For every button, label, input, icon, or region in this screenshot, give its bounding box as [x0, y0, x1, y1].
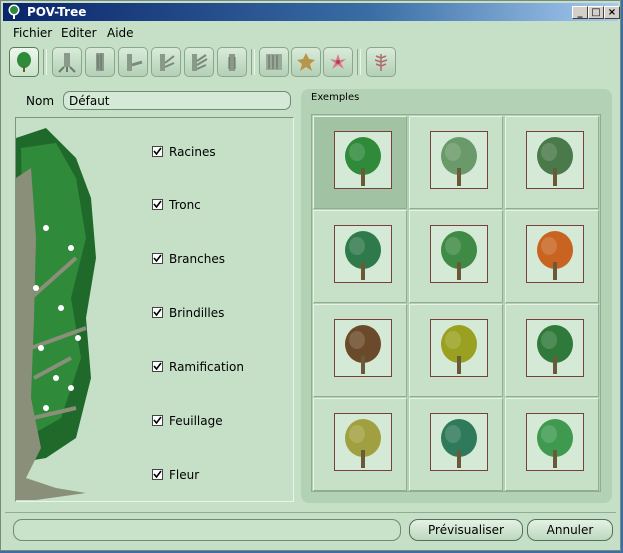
trunk-icon	[96, 53, 104, 71]
example-tree-7-thumbnail	[334, 319, 392, 377]
menu-aide[interactable]: Aide	[107, 26, 134, 40]
fleur-checkbox[interactable]	[152, 469, 163, 480]
tronc-checkbox[interactable]	[152, 199, 163, 210]
ramification-tool-button[interactable]	[184, 47, 214, 77]
roots-tool-button[interactable]	[52, 47, 82, 77]
branches-checkbox[interactable]	[152, 253, 163, 264]
cancel-button[interactable]: Annuler	[527, 519, 613, 541]
menu-bar: Fichier Editer Aide	[3, 23, 618, 43]
branches-tool-button[interactable]	[118, 47, 148, 77]
example-cell[interactable]	[313, 304, 407, 397]
leaves-tool-button[interactable]	[217, 47, 247, 77]
example-tree-10-thumbnail	[334, 413, 392, 471]
feuillage-checkbox[interactable]	[152, 415, 163, 426]
example-tree-1-thumbnail	[334, 131, 392, 189]
tree-preview-image	[16, 128, 96, 500]
minimize-button[interactable]: _	[572, 6, 588, 19]
close-button[interactable]: ×	[604, 6, 620, 19]
example-tree-3-thumbnail	[526, 131, 584, 189]
racines-checkbox[interactable]	[152, 146, 163, 157]
example-cell[interactable]	[505, 210, 599, 303]
examples-grid	[311, 114, 601, 492]
feuillage-label: Feuillage	[169, 414, 223, 428]
examples-title: Exemples	[311, 92, 360, 103]
ramification-icon	[192, 54, 208, 71]
flower-tool-button[interactable]	[323, 47, 353, 77]
example-cell[interactable]	[409, 398, 503, 491]
name-row: Nom Défaut	[13, 89, 297, 113]
bark-tool-button[interactable]	[259, 47, 289, 77]
example-cell[interactable]	[505, 398, 599, 491]
twigs-tool-button[interactable]	[151, 47, 181, 77]
examples-panel: Exemples	[301, 89, 612, 503]
menu-fichier[interactable]: Fichier	[13, 26, 52, 40]
brindilles-checkbox[interactable]	[152, 307, 163, 318]
example-tree-9-thumbnail	[526, 319, 584, 377]
fleur-label: Fleur	[169, 468, 200, 482]
name-label: Nom	[26, 94, 55, 108]
twigs-icon	[160, 54, 175, 71]
leaf-icon	[297, 53, 315, 71]
component-panel: Racines Tronc Branches Brindilles Ramifi…	[15, 117, 294, 502]
example-tree-8-thumbnail	[430, 319, 488, 377]
example-cell[interactable]	[409, 304, 503, 397]
bark-icon	[266, 54, 282, 70]
roots-icon	[58, 53, 76, 73]
example-cell[interactable]	[313, 398, 407, 491]
trunk-tool-button[interactable]	[85, 47, 115, 77]
app-tree-icon	[8, 4, 20, 19]
fern-tool-button[interactable]	[366, 47, 396, 77]
tree-icon	[17, 52, 31, 72]
example-tree-2-thumbnail	[430, 131, 488, 189]
tronc-label: Tronc	[169, 198, 201, 212]
status-bar	[13, 519, 401, 541]
racines-label: Racines	[169, 145, 216, 159]
name-input[interactable]: Défaut	[63, 91, 291, 110]
example-cell[interactable]	[505, 116, 599, 209]
fern-icon	[374, 54, 388, 71]
example-cell[interactable]	[313, 210, 407, 303]
brindilles-label: Brindilles	[169, 306, 225, 320]
ramification-checkbox[interactable]	[152, 361, 163, 372]
example-tree-11-thumbnail	[430, 413, 488, 471]
leaf-tool-button[interactable]	[291, 47, 321, 77]
app-window: POV-Tree _ □ × Fichier Editer Aide Nom D…	[0, 0, 621, 551]
menu-editer[interactable]: Editer	[61, 26, 97, 40]
example-tree-5-thumbnail	[430, 225, 488, 283]
branches-label: Branches	[169, 252, 225, 266]
flower-icon	[330, 54, 346, 69]
preview-button[interactable]: Prévisualiser	[409, 519, 523, 541]
branches-icon	[127, 54, 143, 71]
example-cell[interactable]	[409, 116, 503, 209]
example-tree-6-thumbnail	[526, 225, 584, 283]
example-tree-4-thumbnail	[334, 225, 392, 283]
example-cell[interactable]	[409, 210, 503, 303]
ramification-leaves-icon	[228, 54, 236, 71]
example-cell[interactable]	[313, 116, 407, 209]
title-bar[interactable]: POV-Tree _ □ ×	[3, 3, 620, 21]
tree-tool-button[interactable]	[9, 47, 39, 77]
toolbar	[3, 45, 618, 81]
example-cell[interactable]	[505, 304, 599, 397]
ramification-label: Ramification	[169, 360, 244, 374]
window-title: POV-Tree	[27, 5, 87, 19]
example-tree-12-thumbnail	[526, 413, 584, 471]
maximize-button[interactable]: □	[588, 6, 604, 19]
